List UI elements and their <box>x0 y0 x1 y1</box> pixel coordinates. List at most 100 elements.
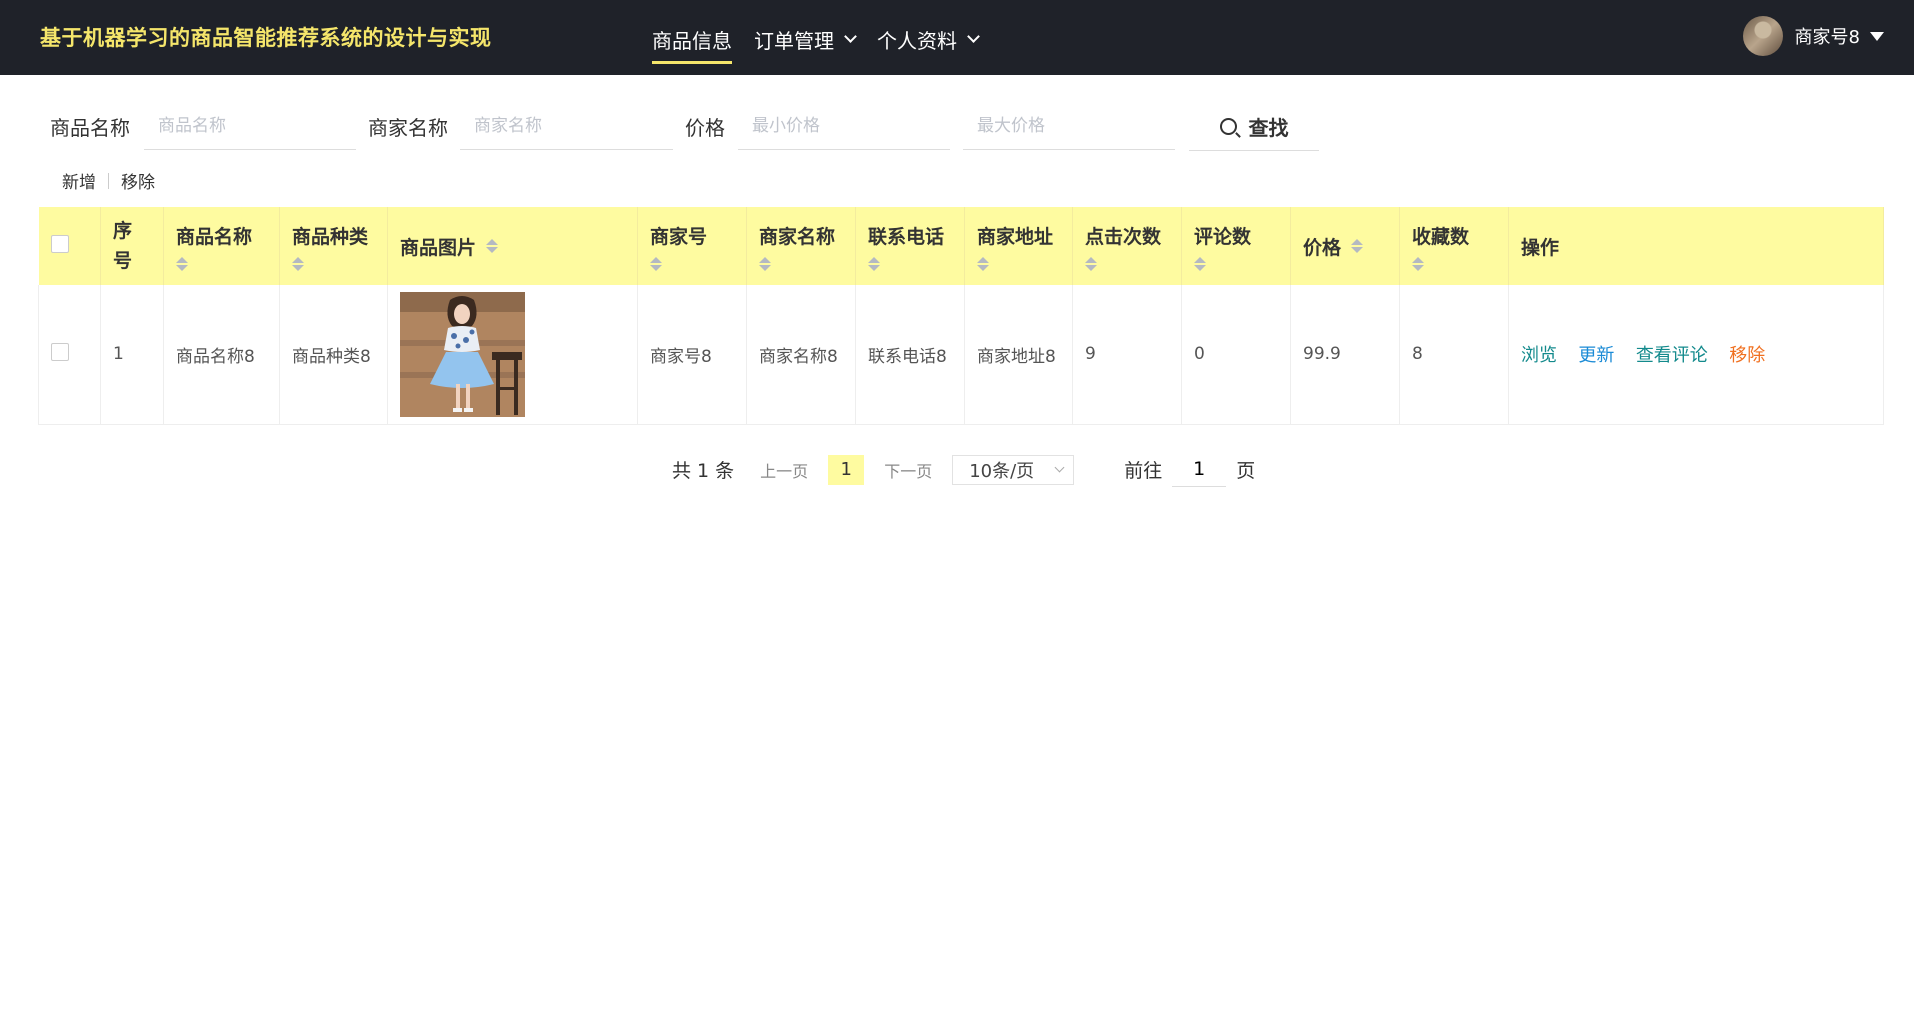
nav-product-info[interactable]: 商品信息 <box>652 25 732 64</box>
col-category-label: 商品种类 <box>292 225 369 248</box>
page-size-select[interactable]: 10条/页 <box>952 454 1075 485</box>
next-page-button[interactable]: 下一页 <box>884 458 932 482</box>
app-title: 基于机器学习的商品智能推荐系统的设计与实现 <box>40 26 492 50</box>
nav-profile-label: 个人资料 <box>877 29 957 53</box>
col-image-label: 商品图片 <box>400 236 477 259</box>
update-button[interactable]: 更新 <box>1578 345 1614 366</box>
product-name-input[interactable] <box>144 102 356 150</box>
col-product-name[interactable]: 商品名称 <box>163 207 280 285</box>
col-operations: 操作 <box>1508 207 1884 285</box>
col-merchant-no[interactable]: 商家号 <box>637 207 747 285</box>
cell-comments: 0 <box>1181 285 1291 425</box>
sort-icon[interactable] <box>650 256 662 271</box>
chevron-down-icon <box>1054 462 1065 472</box>
row-select-cell <box>38 285 101 425</box>
price-label: 价格 <box>685 116 725 140</box>
col-merchant-name-label: 商家名称 <box>759 225 836 248</box>
col-address[interactable]: 商家地址 <box>964 207 1073 285</box>
col-clicks-label: 点击次数 <box>1085 225 1162 248</box>
row-remove-button[interactable]: 移除 <box>1729 345 1765 366</box>
toolbar-divider <box>108 172 109 189</box>
search-button[interactable]: 查找 <box>1189 102 1319 151</box>
col-favorites[interactable]: 收藏数 <box>1399 207 1509 285</box>
col-phone[interactable]: 联系电话 <box>855 207 965 285</box>
nav-product-info-label: 商品信息 <box>652 29 732 53</box>
sort-icon[interactable] <box>759 256 771 271</box>
top-navbar: 基于机器学习的商品智能推荐系统的设计与实现 商品信息 订单管理 个人资料 商家号… <box>0 0 1914 75</box>
cell-merchant-name: 商家名称8 <box>746 285 856 425</box>
cell-product-name: 商品名称8 <box>163 285 280 425</box>
chevron-down-icon <box>967 30 980 43</box>
search-icon <box>1219 117 1237 135</box>
table-row: 1 商品名称8 商品种类8 商家号8 商家名称8 联系电话8 商家地址8 9 0… <box>38 285 1884 425</box>
col-image[interactable]: 商品图片 <box>387 207 638 285</box>
cell-category: 商品种类8 <box>279 285 388 425</box>
col-price-label: 价格 <box>1303 236 1342 259</box>
sort-icon[interactable] <box>868 256 880 271</box>
cell-favorites: 8 <box>1399 285 1509 425</box>
goto-suffix: 页 <box>1236 460 1256 482</box>
product-image[interactable] <box>400 291 525 417</box>
sort-icon[interactable] <box>1412 256 1424 271</box>
merchant-name-label: 商家名称 <box>368 116 448 140</box>
search-button-label: 查找 <box>1248 115 1289 140</box>
cell-image <box>387 285 638 425</box>
cell-address: 商家地址8 <box>964 285 1073 425</box>
search-bar: 商品名称 商家名称 价格 查找 <box>0 98 1914 154</box>
product-table: 序号 商品名称 商品种类 商品图片 商家号 商家名称 联系电话 商家地址 点击次… <box>38 207 1884 425</box>
select-all-checkbox[interactable] <box>50 234 69 253</box>
user-menu[interactable]: 商家号8 <box>1742 16 1884 56</box>
pagination: 共 1 条 上一页 1 下一页 10条/页 前往 页 <box>672 452 1255 487</box>
col-operations-label: 操作 <box>1521 236 1560 259</box>
sort-icon[interactable] <box>486 239 499 253</box>
col-index-label: 序号 <box>113 220 133 272</box>
col-comments-label: 评论数 <box>1194 225 1252 248</box>
nav-order-management-label: 订单管理 <box>754 29 834 53</box>
view-button[interactable]: 浏览 <box>1521 345 1557 366</box>
sort-icon[interactable] <box>977 256 989 271</box>
cell-price: 99.9 <box>1290 285 1400 425</box>
page-size-value: 10条/页 <box>969 460 1035 482</box>
cell-operations: 浏览 更新 查看评论 移除 <box>1508 285 1884 425</box>
col-comments[interactable]: 评论数 <box>1181 207 1291 285</box>
table-toolbar: 新增 移除 <box>62 168 155 193</box>
merchant-name-input[interactable] <box>460 102 673 150</box>
view-comments-button[interactable]: 查看评论 <box>1636 345 1708 366</box>
user-name: 商家号8 <box>1794 27 1860 48</box>
col-category[interactable]: 商品种类 <box>279 207 388 285</box>
table-header-row: 序号 商品名称 商品种类 商品图片 商家号 商家名称 联系电话 商家地址 点击次… <box>38 207 1884 285</box>
sort-icon[interactable] <box>1085 256 1097 271</box>
product-name-label: 商品名称 <box>50 116 130 140</box>
col-phone-label: 联系电话 <box>868 225 945 248</box>
goto-prefix: 前往 <box>1124 460 1163 482</box>
col-product-name-label: 商品名称 <box>176 225 253 248</box>
add-button[interactable]: 新增 <box>62 168 96 193</box>
chevron-down-icon <box>844 30 857 43</box>
select-all-cell <box>38 207 101 285</box>
col-merchant-no-label: 商家号 <box>650 225 708 248</box>
col-favorites-label: 收藏数 <box>1412 225 1470 248</box>
col-price[interactable]: 价格 <box>1290 207 1400 285</box>
goto-page-input[interactable] <box>1172 452 1227 487</box>
col-clicks[interactable]: 点击次数 <box>1072 207 1182 285</box>
total-count: 共 1 条 <box>672 460 735 482</box>
nav-profile[interactable]: 个人资料 <box>877 25 980 54</box>
nav-order-management[interactable]: 订单管理 <box>754 25 857 54</box>
remove-button[interactable]: 移除 <box>121 168 155 193</box>
col-merchant-name[interactable]: 商家名称 <box>746 207 856 285</box>
page-number-current[interactable]: 1 <box>828 454 865 485</box>
sort-icon[interactable] <box>176 256 188 271</box>
prev-page-button[interactable]: 上一页 <box>760 458 808 482</box>
row-checkbox[interactable] <box>51 342 69 361</box>
sort-icon[interactable] <box>1351 239 1364 253</box>
avatar <box>1742 16 1783 56</box>
main-nav: 商品信息 订单管理 个人资料 <box>652 25 1000 64</box>
sort-icon[interactable] <box>1194 256 1206 271</box>
cell-merchant-no: 商家号8 <box>637 285 747 425</box>
sort-icon[interactable] <box>292 256 304 271</box>
min-price-input[interactable] <box>738 102 950 150</box>
col-address-label: 商家地址 <box>977 225 1054 248</box>
max-price-input[interactable] <box>963 102 1175 150</box>
caret-down-icon <box>1870 31 1884 41</box>
cell-index: 1 <box>100 285 164 425</box>
